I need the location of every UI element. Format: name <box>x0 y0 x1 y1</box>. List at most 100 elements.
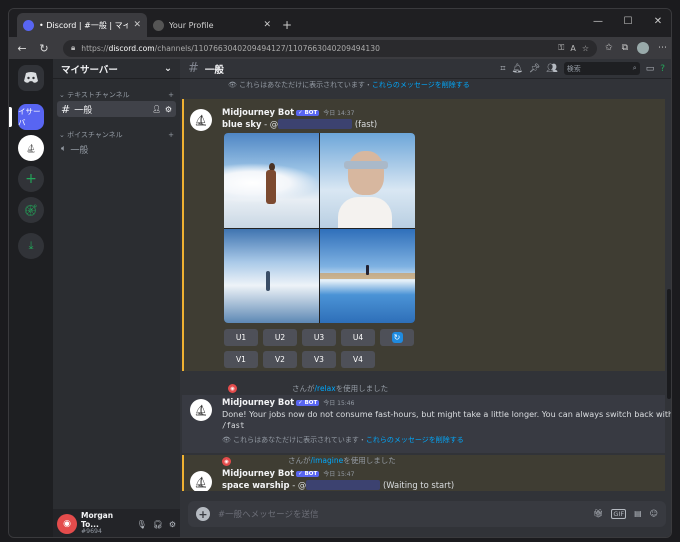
back-icon[interactable]: ← <box>15 42 29 55</box>
profile-avatar[interactable] <box>637 42 649 54</box>
url-prefix: https:// <box>81 43 109 53</box>
mute-mic-icon[interactable]: 🎙︎ <box>137 520 147 529</box>
gif-icon[interactable]: GIF <box>611 509 627 519</box>
voice-category[interactable]: ⌄ ボイスチャンネル + <box>53 129 180 141</box>
user-mention[interactable] <box>278 119 353 129</box>
sys-pre: さんが <box>288 456 311 465</box>
favorites-icon[interactable]: ✩ <box>605 43 613 53</box>
more-icon[interactable]: ⋯ <box>658 43 667 53</box>
url-field[interactable]: 🔒︎ https://discord.com/channels/11076630… <box>63 39 598 57</box>
image-grid[interactable] <box>224 133 415 323</box>
gift-icon[interactable]: 🎁︎ <box>593 509 603 519</box>
download-icon[interactable]: ⤓ <box>18 233 44 259</box>
minimize-icon[interactable]: — <box>583 9 613 33</box>
add-channel-icon[interactable]: + <box>168 131 174 139</box>
add-channel-icon[interactable]: + <box>168 91 174 99</box>
close-tab-icon[interactable]: ✕ <box>133 20 141 30</box>
message-2: ⛵︎ Midjourney Bot ✓ BOT 今日 15:46 Done! You… <box>182 395 671 453</box>
headphones-icon[interactable]: 🎧︎ <box>153 520 163 529</box>
server-icon-label: イサーバ <box>18 107 41 127</box>
sticker-icon[interactable]: ▤ <box>634 509 642 519</box>
user-mention[interactable] <box>306 480 381 490</box>
midjourney-server-icon[interactable]: ⛵︎ <box>18 135 44 161</box>
upscale-buttons: U1 U2 U3 U4 ↻ <box>224 329 414 346</box>
command-link[interactable]: /imagine <box>311 456 344 465</box>
help-icon[interactable]: ? <box>660 64 665 74</box>
invite-icon[interactable]: 👤︎ <box>152 105 161 113</box>
status-text: (Waiting to start) <box>382 480 455 490</box>
members-icon[interactable]: 👥︎ <box>546 64 557 74</box>
new-tab-button[interactable]: + <box>277 13 297 37</box>
delete-messages-link[interactable]: これらのメッセージを削除する <box>366 436 464 444</box>
avatar[interactable]: ◉ <box>57 514 77 534</box>
user-panel: ◉ Morgan To... #9694 🎙︎ 🎧︎ ⚙ <box>53 509 180 537</box>
image-tile-2[interactable] <box>320 133 415 228</box>
close-tab-icon[interactable]: ✕ <box>263 20 271 30</box>
channel-header: # 一般 ⌗ 🔔︎ 📌︎ 👥︎ 検索 ⌕ ▭ ? <box>180 59 671 79</box>
bell-icon[interactable]: 🔔︎ <box>511 64 522 74</box>
author-name[interactable]: Midjourney Bot <box>222 397 294 407</box>
timestamp: 今日 15:46 <box>323 400 355 407</box>
text-category[interactable]: ⌄ テキストチャンネル + <box>53 89 180 101</box>
message-header: Midjourney Bot ✓ BOT 今日 14:37 <box>222 107 354 117</box>
u2-button[interactable]: U2 <box>263 329 297 346</box>
image-tile-1[interactable] <box>224 133 319 228</box>
settings-gear-icon[interactable]: ⚙ <box>169 520 176 529</box>
add-attachment-icon[interactable]: + <box>196 507 210 521</box>
read-aloud-icon[interactable]: A <box>570 44 575 53</box>
tab-profile[interactable]: Your Profile ✕ <box>147 13 277 37</box>
collections-icon[interactable]: ⧉ <box>622 43 628 53</box>
profile-favicon-icon <box>153 19 164 31</box>
author-name[interactable]: Midjourney Bot <box>222 468 294 478</box>
my-server-icon[interactable]: イサーバ <box>18 104 44 130</box>
inbox-icon[interactable]: ▭ <box>646 64 655 74</box>
v2-button[interactable]: V2 <box>263 351 297 368</box>
separator: - @ <box>261 119 279 129</box>
sys-post: を使用しました <box>335 384 389 393</box>
u4-button[interactable]: U4 <box>341 329 375 346</box>
reroll-button[interactable]: ↻ <box>380 329 414 346</box>
channel-item-general[interactable]: # 一般 👤︎ ⚙ <box>57 101 176 117</box>
v1-button[interactable]: V1 <box>224 351 258 368</box>
discord-home-icon[interactable] <box>18 65 44 91</box>
command-usage-line: さんが/relaxを使用しました <box>292 383 388 394</box>
separator: - @ <box>289 480 307 490</box>
message-input[interactable]: + #一般へメッセージを送信 🎁︎ GIF ▤ ☺ <box>188 501 666 527</box>
u1-button[interactable]: U1 <box>224 329 258 346</box>
code-text: /fast <box>222 421 245 430</box>
threads-icon[interactable]: ⌗ <box>500 64 505 74</box>
image-tile-4[interactable] <box>320 228 415 323</box>
variation-buttons: V1 V2 V3 V4 <box>224 351 375 368</box>
author-name[interactable]: Midjourney Bot <box>222 107 294 117</box>
lock-icon: 🔒︎ <box>71 43 76 52</box>
chevron-down-icon[interactable]: ⌄ <box>164 63 172 74</box>
command-link[interactable]: /relax <box>315 384 336 393</box>
scrollbar[interactable] <box>667 289 671 399</box>
gear-icon[interactable]: ⚙ <box>165 105 172 114</box>
maximize-icon[interactable]: ☐ <box>613 9 643 33</box>
address-bar-row: ← ↻ 🔒︎ https://discord.com/channels/1107… <box>9 37 671 59</box>
favorite-star-icon[interactable]: ☆ <box>582 44 589 53</box>
search-input[interactable]: 検索 ⌕ <box>563 62 640 75</box>
key-icon[interactable]: ⚿ <box>558 43 564 53</box>
v3-button[interactable]: V3 <box>302 351 336 368</box>
explore-compass-icon[interactable]: 🧭︎ <box>18 197 44 223</box>
delete-messages-link[interactable]: これらのメッセージを削除する <box>372 81 470 89</box>
u3-button[interactable]: U3 <box>302 329 336 346</box>
tab-discord[interactable]: • Discord | #一般 | マイサーバー ✕ <box>17 13 147 37</box>
emoji-icon[interactable]: ☺ <box>650 509 658 519</box>
timestamp: 今日 15:47 <box>323 471 355 478</box>
reload-icon[interactable]: ↻ <box>37 42 51 55</box>
sys-post: を使用しました <box>343 456 396 465</box>
pin-icon[interactable]: 📌︎ <box>529 64 540 74</box>
server-header[interactable]: マイサーバー ⌄ <box>53 59 180 79</box>
tab-title: Your Profile <box>169 20 214 30</box>
v4-button[interactable]: V4 <box>341 351 375 368</box>
input-placeholder: #一般へメッセージを送信 <box>218 510 319 520</box>
highlight-message-1: ⛵︎ Midjourney Bot ✓ BOT 今日 14:37 blue sky … <box>182 99 665 371</box>
voice-channel-general[interactable]: 🔈︎ 一般 <box>57 141 176 157</box>
image-tile-3[interactable] <box>224 228 319 323</box>
close-window-icon[interactable]: ✕ <box>643 9 671 33</box>
add-server-icon[interactable]: + <box>18 166 44 192</box>
mode-text: (fast) <box>354 119 378 129</box>
